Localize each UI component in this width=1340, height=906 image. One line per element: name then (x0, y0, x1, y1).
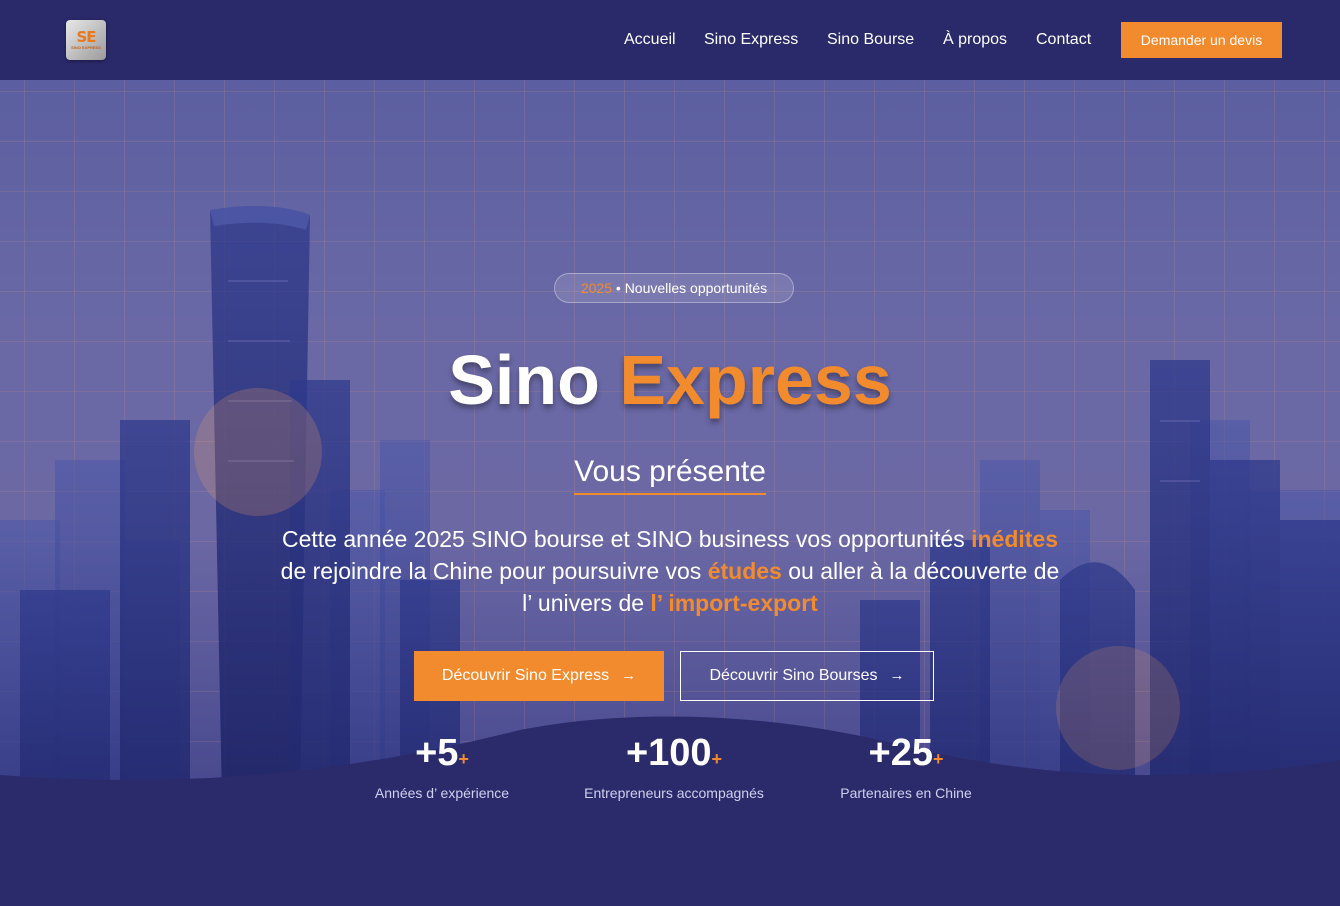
badge-text: • Nouvelles opportunités (612, 280, 768, 296)
stat-entrepreneurs-value: +100 (625, 732, 712, 774)
desc-highlight-import-export: l’ import-export (650, 590, 818, 616)
desc-part-1: Cette année 2025 SINO bourse et SINO bus… (281, 526, 972, 552)
discover-sino-express-button[interactable]: Découvrir Sino Express → (414, 651, 664, 701)
top-navbar: SE SINO EXPRESS Accueil Sino Express Sin… (0, 0, 1340, 80)
nav-link-accueil[interactable]: Accueil (624, 30, 676, 50)
stat-experience-plus: + (458, 749, 469, 769)
discover-sino-express-label: Découvrir Sino Express (441, 667, 610, 684)
stat-experience: +5+ Années d’ expérience (362, 730, 522, 802)
stat-entrepreneurs: +100+ Entrepreneurs accompagnés (574, 730, 774, 802)
announcement-badge: 2025 • Nouvelles opportunités (554, 273, 794, 303)
request-quote-button[interactable]: Demander un devis (1121, 22, 1282, 58)
logo-subtext: SINO EXPRESS (71, 45, 101, 50)
hero-section: 2025 • Nouvelles opportunités Sino Expre… (0, 80, 1340, 906)
stat-partners-label: Partenaires en Chine (840, 785, 972, 801)
logo-mark: SE (76, 28, 96, 46)
stat-partners: +25+ Partenaires en Chine (826, 730, 986, 802)
desc-highlight-inedites: inédites (971, 526, 1059, 552)
nav-link-sino-express[interactable]: Sino Express (704, 30, 798, 50)
arrow-right-icon: → (889, 667, 905, 684)
stat-partners-plus: + (932, 749, 944, 769)
hero-subtitle-wrap: Vous présente (0, 453, 1340, 495)
arrow-right-icon: → (621, 667, 637, 684)
stat-experience-label: Années d’ expérience (374, 785, 510, 801)
discover-sino-bourses-label: Découvrir Sino Bourses (709, 667, 878, 684)
hero-subtitle: Vous présente (574, 453, 766, 495)
stat-entrepreneurs-plus: + (711, 749, 723, 769)
stat-experience-value: +5 (415, 732, 459, 774)
stat-experience-value-wrap: +5+ (362, 730, 522, 782)
desc-highlight-etudes: études (707, 558, 782, 584)
nav-link-contact[interactable]: Contact (1036, 30, 1091, 50)
hero-title: Sino Express (0, 340, 1340, 420)
brand-logo[interactable]: SE SINO EXPRESS (66, 20, 106, 60)
nav-link-sino-bourse[interactable]: Sino Bourse (827, 30, 914, 50)
discover-sino-bourses-button[interactable]: Découvrir Sino Bourses → (680, 651, 934, 701)
badge-year: 2025 (580, 280, 613, 296)
stat-entrepreneurs-value-wrap: +100+ (574, 730, 774, 782)
desc-part-2: de rejoindre la Chine pour poursuivre vo… (280, 558, 708, 584)
stat-partners-value-wrap: +25+ (826, 730, 986, 782)
nav-link-a-propos[interactable]: À propos (943, 30, 1007, 50)
stat-partners-value: +25 (868, 732, 933, 774)
hero-description: Cette année 2025 SINO bourse et SINO bus… (280, 523, 1060, 619)
hero-title-accent: Express (619, 341, 892, 419)
hero-title-white: Sino (448, 341, 620, 419)
stat-entrepreneurs-label: Entrepreneurs accompagnés (584, 785, 764, 801)
